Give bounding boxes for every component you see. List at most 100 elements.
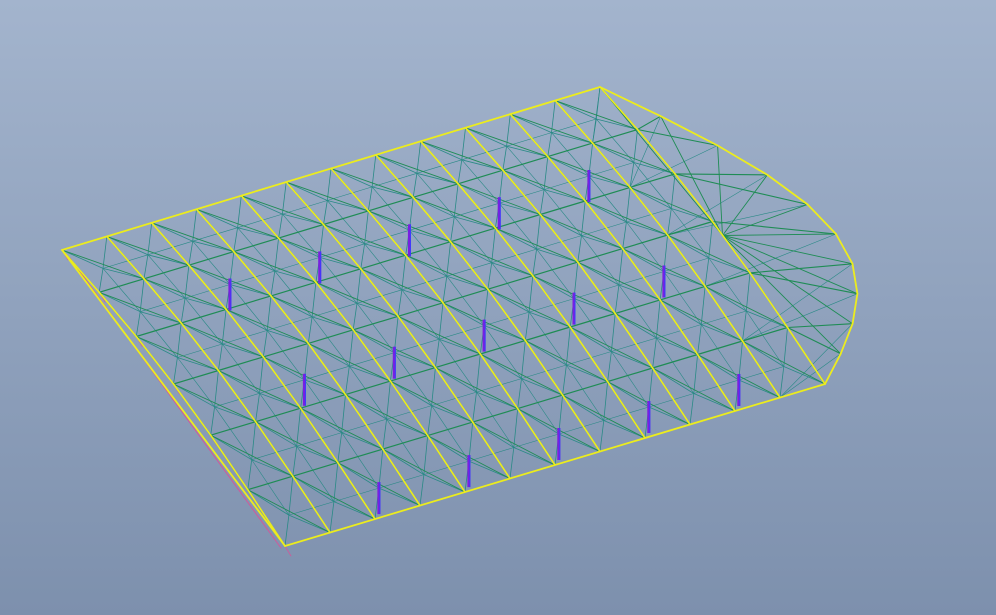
web-member: [581, 200, 586, 237]
column-support-icon: [587, 170, 591, 202]
web-member: [255, 392, 260, 423]
web-member: [296, 407, 302, 447]
web-member: [595, 118, 638, 130]
lower-chord-member: [626, 221, 665, 272]
web-member: [622, 248, 665, 272]
web-member: [259, 356, 264, 394]
web-member: [697, 324, 702, 355]
lower-chord-member: [409, 230, 448, 277]
upper-chord-members: [61, 86, 858, 547]
web-member: [348, 329, 354, 367]
web-member: [382, 418, 388, 450]
lower-chord-member: [304, 379, 343, 433]
web-member: [352, 329, 395, 354]
web-member: [270, 270, 276, 297]
web-member: [196, 208, 239, 229]
web-member: [517, 408, 560, 435]
web-member: [491, 227, 496, 264]
web-member: [670, 173, 676, 209]
web-member: [524, 340, 567, 366]
lower-chord-member: [483, 325, 522, 379]
web-member: [569, 326, 612, 352]
web-member: [513, 408, 519, 448]
web-member: [611, 313, 616, 352]
web-member: [453, 183, 459, 218]
web-member: [307, 342, 350, 367]
web-member: [656, 299, 661, 339]
web-member: [151, 222, 194, 242]
web-member: [517, 378, 522, 410]
web-member: [532, 248, 537, 277]
dome-edge: [659, 115, 719, 147]
web-member: [472, 421, 515, 448]
brace-member: [742, 340, 826, 385]
web-member: [446, 275, 489, 290]
web-member: [102, 267, 145, 280]
lower-chord-member: [229, 284, 268, 331]
brace-member: [584, 200, 669, 236]
web-member: [697, 354, 740, 381]
web-member: [607, 351, 612, 383]
column-support-icon: [737, 374, 741, 406]
brace-member: [524, 340, 609, 383]
web-member: [506, 145, 549, 158]
column-support-icon: [497, 197, 501, 230]
web-member: [588, 175, 631, 188]
web-member: [577, 261, 620, 286]
lower-chord-member: [319, 257, 358, 304]
web-member: [184, 297, 227, 310]
web-member: [419, 474, 425, 506]
web-member: [382, 448, 425, 476]
lower-chord-member: [348, 365, 387, 420]
lower-chord-member: [446, 275, 485, 326]
web-member: [143, 278, 186, 299]
web-member: [352, 302, 358, 331]
web-member: [326, 200, 369, 212]
lower-chord-member: [663, 271, 702, 325]
web-member: [659, 299, 702, 325]
web-member: [292, 475, 335, 503]
web-member: [532, 275, 575, 300]
dome-member: [786, 323, 854, 329]
space-frame-roof-model[interactable]: [0, 0, 996, 615]
brace-member: [539, 214, 624, 250]
web-member: [442, 302, 485, 327]
web-member: [262, 356, 305, 381]
web-member: [233, 251, 276, 272]
lower-chord-member: [364, 243, 403, 291]
web-member: [670, 208, 713, 222]
web-member: [274, 270, 317, 283]
web-member: [446, 241, 452, 277]
dome-member: [599, 86, 723, 236]
web-member: [742, 310, 747, 342]
web-member: [457, 183, 500, 204]
web-member: [704, 257, 710, 287]
web-member: [434, 367, 477, 393]
web-member: [266, 329, 309, 344]
web-member: [345, 394, 388, 420]
brace-member: [300, 407, 384, 450]
3d-model-viewport[interactable]: [0, 0, 996, 615]
web-member: [423, 435, 429, 476]
dome-edge: [806, 203, 837, 235]
web-member: [524, 311, 530, 341]
dome-member: [722, 235, 853, 265]
web-member: [285, 181, 328, 201]
web-member: [184, 264, 190, 299]
web-member: [278, 213, 283, 239]
web-member: [487, 262, 493, 290]
web-member: [693, 354, 698, 394]
lower-chord-member: [401, 289, 440, 340]
web-member: [180, 322, 223, 345]
brace-member: [472, 421, 556, 466]
web-member: [476, 353, 481, 393]
web-member: [431, 367, 436, 407]
web-member: [626, 186, 631, 223]
web-member: [247, 459, 253, 491]
web-member: [217, 343, 223, 371]
web-member: [371, 186, 414, 198]
web-member: [618, 248, 624, 286]
web-member: [420, 140, 463, 161]
brace-member: [307, 342, 391, 382]
dome-member: [674, 173, 768, 176]
